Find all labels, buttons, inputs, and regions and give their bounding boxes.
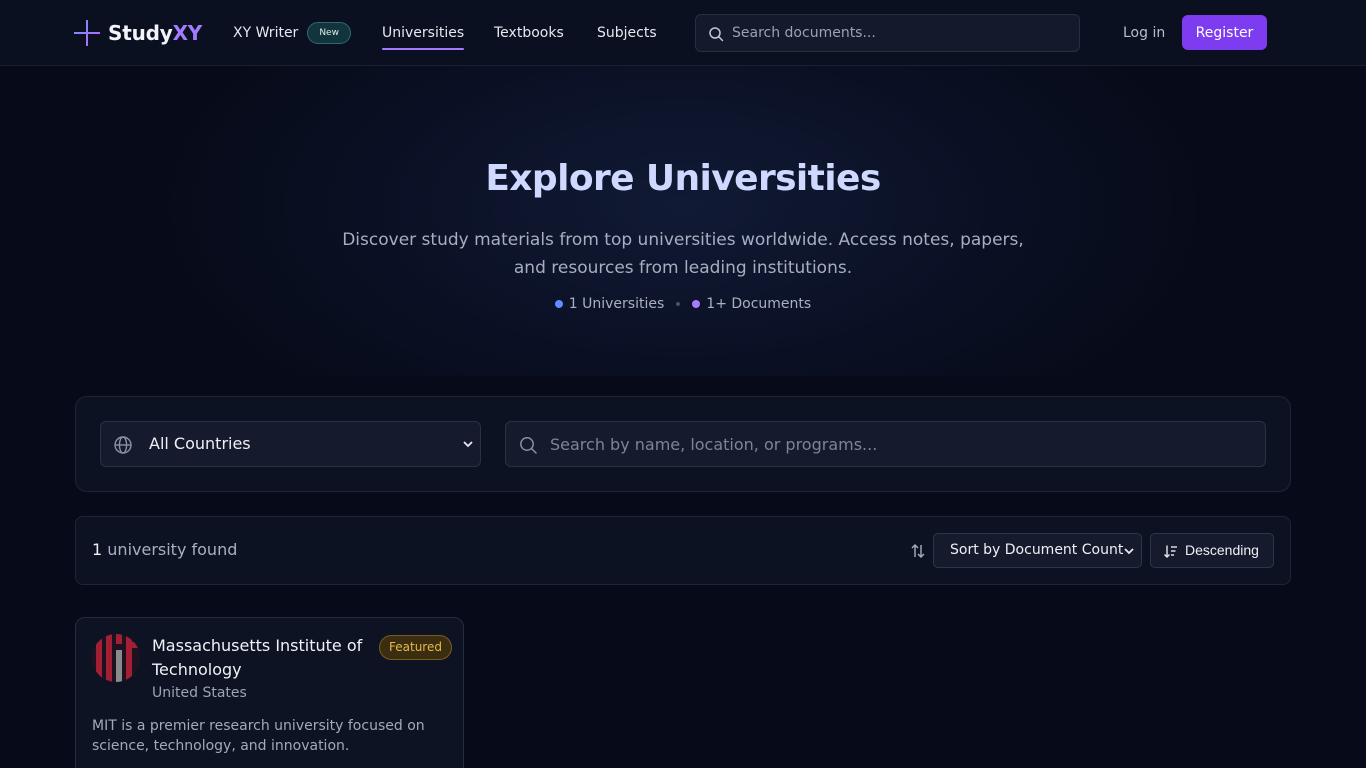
results-count: 1 university found	[92, 540, 237, 559]
globe-icon	[114, 436, 132, 454]
sort-descending-icon	[1164, 545, 1177, 558]
stat-universities: 1 Universities	[568, 296, 665, 312]
nav-subjects[interactable]: Subjects	[597, 22, 657, 44]
logo-cross-icon	[74, 20, 100, 46]
hero-section: Explore Universities Discover study mate…	[0, 66, 1366, 376]
mit-logo	[92, 634, 140, 682]
hero-stats: 1 Universities 1+ Documents	[0, 296, 1366, 312]
country-select[interactable]: All Countries	[100, 421, 481, 467]
login-link[interactable]: Log in	[1123, 22, 1165, 44]
university-description: MIT is a premier research university foc…	[92, 718, 425, 754]
hero-subtitle: Discover study materials from top univer…	[342, 230, 1024, 278]
stat-documents: 1+ Documents	[706, 296, 812, 312]
new-badge: New	[307, 22, 351, 44]
chevron-down-icon	[1124, 548, 1134, 555]
separator-dot-icon	[676, 302, 681, 306]
search-icon	[709, 27, 724, 42]
document-search-box[interactable]	[695, 14, 1080, 52]
top-navigation-bar: StudyXY XY Writer New Universities Textb…	[0, 0, 1366, 66]
featured-badge: Featured	[379, 635, 452, 660]
results-count-number: 1	[92, 540, 103, 559]
search-icon	[520, 437, 537, 454]
sort-select-value: Sort by Document Count	[950, 542, 1124, 558]
university-card[interactable]: Massachusetts Institute of Technology Fe…	[75, 617, 464, 768]
university-search-box[interactable]	[505, 421, 1266, 467]
blue-dot-icon	[554, 300, 563, 308]
results-count-label: university found	[107, 540, 238, 559]
document-search-input[interactable]	[732, 15, 1062, 51]
results-toolbar: 1 university found Sort by Document Coun…	[75, 516, 1291, 585]
nav-universities[interactable]: Universities	[356, 22, 465, 50]
chevron-down-icon	[463, 441, 473, 448]
country-select-value: All Countries	[149, 434, 251, 453]
university-name[interactable]: Massachusetts Institute of Technology	[152, 634, 372, 682]
nav-xy-writer[interactable]: XY Writer New	[233, 22, 351, 44]
sort-order-label: Descending	[1185, 542, 1259, 558]
brand-name: StudyXY	[108, 21, 203, 45]
sort-order-button[interactable]: Descending	[1150, 533, 1274, 568]
nav-textbooks[interactable]: Textbooks	[494, 22, 564, 44]
studyxy-logo[interactable]: StudyXY	[74, 19, 202, 47]
filter-panel: All Countries	[75, 396, 1291, 492]
register-button[interactable]: Register	[1182, 15, 1267, 50]
purple-dot-icon	[692, 300, 701, 308]
sort-select[interactable]: Sort by Document Count	[933, 533, 1142, 568]
university-search-input[interactable]	[550, 422, 1250, 466]
sort-arrows-icon	[911, 544, 925, 558]
nav-xy-writer-label: XY Writer	[233, 25, 299, 41]
page-title: Explore Universities	[485, 158, 881, 199]
university-country: United States	[152, 685, 247, 701]
